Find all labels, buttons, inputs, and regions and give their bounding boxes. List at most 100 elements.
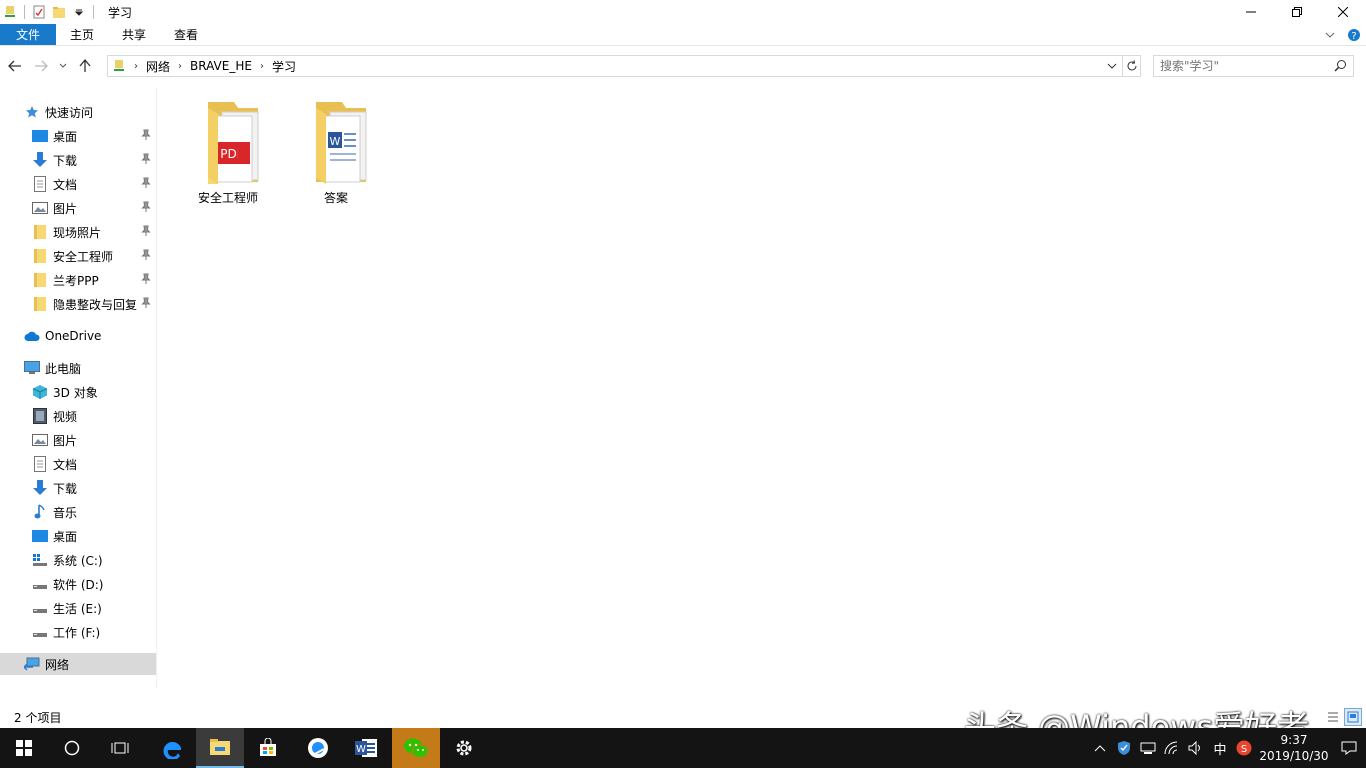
picture-icon bbox=[32, 200, 48, 216]
task-view-button[interactable] bbox=[96, 728, 144, 768]
sidebar-item-pc-desktop[interactable]: 桌面 bbox=[0, 525, 156, 547]
settings-gear-icon[interactable] bbox=[440, 728, 488, 768]
computer-icon bbox=[24, 360, 40, 376]
sidebar-item-pc-documents[interactable]: 文档 bbox=[0, 453, 156, 475]
network-drive-tray-icon[interactable] bbox=[1136, 728, 1160, 768]
window-controls bbox=[1228, 0, 1366, 24]
action-center-icon[interactable] bbox=[1332, 728, 1366, 768]
wechat-app-icon[interactable] bbox=[392, 728, 440, 768]
search-box[interactable] bbox=[1153, 55, 1354, 77]
chevron-right-icon[interactable]: › bbox=[178, 61, 182, 72]
show-hidden-icons-icon[interactable] bbox=[1088, 728, 1112, 768]
pin-icon[interactable] bbox=[140, 201, 152, 213]
window-title: 学习 bbox=[108, 5, 133, 20]
ribbon-right-controls: ? bbox=[1318, 24, 1366, 46]
tab-share[interactable]: 共享 bbox=[108, 24, 160, 45]
pin-icon[interactable] bbox=[140, 177, 152, 189]
pin-icon[interactable] bbox=[140, 225, 152, 237]
word-app-icon[interactable]: W bbox=[342, 728, 390, 768]
details-view-icon[interactable] bbox=[1324, 708, 1342, 726]
folder-item-answers[interactable]: W 答案 bbox=[288, 100, 384, 212]
pin-icon[interactable] bbox=[140, 273, 152, 285]
search-input[interactable] bbox=[1160, 57, 1330, 75]
wifi-icon[interactable] bbox=[1160, 728, 1184, 768]
tab-home[interactable]: 主页 bbox=[56, 24, 108, 45]
chevron-right-icon[interactable]: › bbox=[260, 61, 264, 72]
sidebar-item-desktop[interactable]: 桌面 bbox=[0, 125, 156, 147]
sidebar-item-drive-d[interactable]: 软件 (D:) bbox=[0, 573, 156, 595]
folder-item-safety-engineer[interactable]: PDF 安全工程师 bbox=[180, 100, 276, 212]
folder-icon bbox=[32, 224, 48, 240]
network-location-icon[interactable] bbox=[2, 4, 18, 20]
tab-file[interactable]: 文件 bbox=[0, 24, 56, 45]
sidebar-item-quick-access[interactable]: 快速访问 bbox=[0, 101, 156, 123]
file-explorer-taskbar-icon[interactable] bbox=[196, 728, 244, 768]
picture-icon bbox=[32, 432, 48, 448]
restore-button[interactable] bbox=[1274, 0, 1320, 24]
address-dropdown-button[interactable] bbox=[1104, 58, 1120, 74]
start-button[interactable] bbox=[0, 728, 48, 768]
sidebar-item-label: 兰考PPP bbox=[53, 273, 99, 288]
sidebar-item-folder-rectification[interactable]: 隐患整改与回复 bbox=[0, 293, 156, 315]
close-button[interactable] bbox=[1320, 0, 1366, 24]
volume-icon[interactable] bbox=[1184, 728, 1208, 768]
breadcrumb-network[interactable]: 网络 bbox=[146, 58, 170, 75]
up-button[interactable] bbox=[74, 54, 96, 78]
input-language-indicator[interactable]: 中 bbox=[1208, 728, 1232, 768]
sidebar-item-pc-downloads[interactable]: 下载 bbox=[0, 477, 156, 499]
sidebar-item-drive-f[interactable]: 工作 (F:) bbox=[0, 621, 156, 643]
forward-button[interactable] bbox=[30, 54, 52, 78]
sidebar-item-folder-safety[interactable]: 安全工程师 bbox=[0, 245, 156, 267]
help-icon[interactable]: ? bbox=[1342, 28, 1366, 42]
sidebar-item-drive-c[interactable]: 系统 (C:) bbox=[0, 549, 156, 571]
search-taskbar-button[interactable] bbox=[48, 728, 96, 768]
search-icon[interactable] bbox=[1334, 59, 1347, 75]
chevron-right-icon[interactable]: › bbox=[134, 61, 138, 72]
svg-text:?: ? bbox=[1351, 31, 1356, 42]
file-list[interactable]: PDF 安全工程师 W 答案 bbox=[158, 88, 1366, 708]
customize-qat-icon[interactable] bbox=[71, 4, 87, 20]
back-button[interactable] bbox=[4, 54, 26, 78]
properties-icon[interactable] bbox=[31, 4, 47, 20]
breadcrumb-server[interactable]: BRAVE_HE bbox=[190, 59, 252, 73]
new-folder-icon[interactable] bbox=[51, 4, 67, 20]
sidebar-item-folder-ppp[interactable]: 兰考PPP bbox=[0, 269, 156, 291]
pin-icon[interactable] bbox=[140, 297, 152, 309]
microsoft-store-icon[interactable] bbox=[244, 728, 292, 768]
navigation-pane: 快速访问 桌面 下载 文档 图片 现场照片 安全工程师 兰考PPP 隐患整改与回… bbox=[0, 88, 157, 688]
pin-icon[interactable] bbox=[140, 129, 152, 141]
breadcrumb-current[interactable]: 学习 bbox=[272, 58, 296, 75]
sidebar-item-downloads[interactable]: 下载 bbox=[0, 149, 156, 171]
video-icon bbox=[32, 408, 48, 424]
sidebar-item-3d-objects[interactable]: 3D 对象 bbox=[0, 381, 156, 403]
sidebar-item-folder-photos[interactable]: 现场照片 bbox=[0, 221, 156, 243]
clock[interactable]: 9:37 2019/10/30 bbox=[1256, 732, 1332, 764]
sidebar-item-onedrive[interactable]: OneDrive bbox=[0, 325, 156, 347]
pin-icon[interactable] bbox=[140, 153, 152, 165]
recent-locations-button[interactable] bbox=[56, 54, 70, 78]
refresh-button[interactable] bbox=[1123, 55, 1141, 77]
address-bar[interactable]: › 网络 › BRAVE_HE › 学习 bbox=[107, 55, 1123, 77]
sidebar-item-network[interactable]: 网络 bbox=[0, 653, 156, 675]
desktop-icon bbox=[32, 128, 48, 144]
large-icons-view-icon[interactable] bbox=[1344, 708, 1362, 726]
system-drive-icon bbox=[32, 552, 48, 568]
sidebar-item-documents[interactable]: 文档 bbox=[0, 173, 156, 195]
download-icon bbox=[32, 152, 48, 168]
expand-ribbon-icon[interactable] bbox=[1318, 32, 1342, 38]
tab-view[interactable]: 查看 bbox=[160, 24, 212, 45]
sidebar-item-drive-e[interactable]: 生活 (E:) bbox=[0, 597, 156, 619]
sidebar-item-music[interactable]: 音乐 bbox=[0, 501, 156, 523]
minimize-button[interactable] bbox=[1228, 0, 1274, 24]
pin-icon[interactable] bbox=[140, 249, 152, 261]
edge-browser-icon[interactable] bbox=[148, 728, 196, 768]
security-shield-icon[interactable] bbox=[1112, 728, 1136, 768]
folder-word-icon: W bbox=[300, 100, 372, 187]
sogou-ime-icon[interactable]: S bbox=[1232, 728, 1256, 768]
qq-browser-icon[interactable] bbox=[294, 728, 342, 768]
sidebar-item-this-pc[interactable]: 此电脑 bbox=[0, 357, 156, 379]
sidebar-item-pc-pictures[interactable]: 图片 bbox=[0, 429, 156, 451]
system-tray: 中 S 9:37 2019/10/30 bbox=[1088, 728, 1366, 768]
sidebar-item-videos[interactable]: 视频 bbox=[0, 405, 156, 427]
sidebar-item-pictures[interactable]: 图片 bbox=[0, 197, 156, 219]
